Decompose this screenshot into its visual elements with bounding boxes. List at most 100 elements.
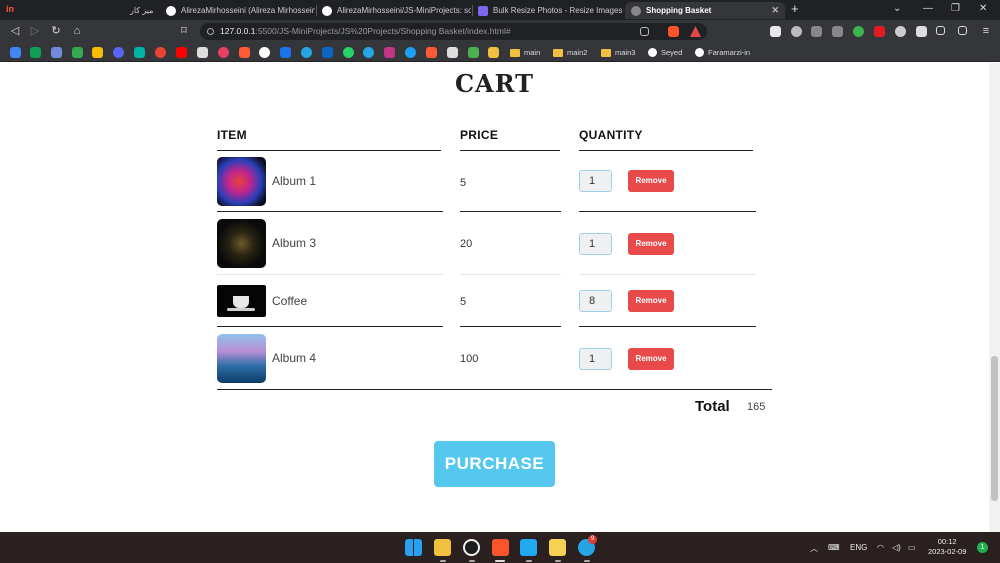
column-header-item: ITEM <box>217 128 247 142</box>
extension-icon[interactable] <box>853 26 864 37</box>
row-divider <box>460 326 561 327</box>
maximize-icon[interactable]: ❐ <box>951 3 960 14</box>
show-hidden-icons-icon[interactable]: ︿ <box>810 543 818 554</box>
extension-icon[interactable] <box>832 26 843 37</box>
tab-shopping-basket[interactable]: Shopping Basket ✕ <box>625 2 785 19</box>
quantity-input[interactable]: 1 <box>579 233 612 255</box>
keyboard-icon[interactable]: ⌨ <box>828 543 840 552</box>
remove-button[interactable]: Remove <box>628 170 674 192</box>
bookmark-folder-main3[interactable]: main3 <box>601 48 635 57</box>
linkedin-icon[interactable] <box>322 47 333 58</box>
github-icon <box>166 5 176 16</box>
instagram-icon[interactable] <box>384 47 395 58</box>
menu-icon[interactable]: ≡ <box>979 24 993 38</box>
bookmark-icon[interactable] <box>10 47 21 58</box>
minimize-icon[interactable]: — <box>923 3 933 14</box>
bookmark-icon[interactable] <box>239 47 250 58</box>
quantity-input[interactable]: 1 <box>579 348 612 370</box>
mail-icon[interactable] <box>280 47 291 58</box>
reload-icon[interactable]: ↻ <box>49 24 63 38</box>
bookmark-icon[interactable] <box>30 47 41 58</box>
scrollbar-thumb[interactable] <box>991 356 998 501</box>
item-name: Album 3 <box>272 236 317 250</box>
whatsapp-icon[interactable] <box>343 47 354 58</box>
browser-tab-bar: in میز کار AlirezaMirhosseini (Alireza M… <box>0 0 1000 20</box>
extension-icon[interactable] <box>791 26 802 37</box>
bookmark-icon[interactable] <box>134 47 145 58</box>
bookmark-icon[interactable] <box>301 47 312 58</box>
row-divider <box>460 211 561 212</box>
page-scrollbar[interactable] <box>989 63 1000 532</box>
file-explorer-icon[interactable] <box>434 539 451 556</box>
github-icon[interactable] <box>259 47 270 58</box>
media-player-icon[interactable] <box>463 539 480 556</box>
bookmark-folder-main[interactable]: main <box>510 48 540 57</box>
wifi-icon[interactable]: ◠ <box>877 543 884 552</box>
item-price: 100 <box>460 353 479 365</box>
site-info-icon[interactable] <box>207 28 214 35</box>
bookmark-icon[interactable] <box>155 47 166 58</box>
extension-icon[interactable] <box>811 26 822 37</box>
brave-shields-icon[interactable] <box>668 26 679 37</box>
twitter-icon[interactable] <box>405 47 416 58</box>
wallet-icon[interactable] <box>958 26 967 35</box>
bookmark-icon[interactable] <box>488 47 499 58</box>
bookmark-icon[interactable] <box>113 47 124 58</box>
language-indicator[interactable]: ENG <box>850 543 867 552</box>
brave-browser-icon[interactable] <box>492 539 509 556</box>
windows-start-icon[interactable] <box>405 539 422 556</box>
home-icon[interactable]: ⌂ <box>70 24 84 38</box>
extension-icon[interactable] <box>895 26 906 37</box>
bookmark-icon[interactable] <box>197 47 208 58</box>
sticky-notes-icon[interactable] <box>549 539 566 556</box>
tab-github-repo[interactable]: AlirezaMirhosseini/JS-MiniProjects: so <box>316 2 471 19</box>
row-divider <box>217 326 443 327</box>
bookmark-icon[interactable] <box>51 47 62 58</box>
back-icon[interactable]: ◁ <box>8 24 22 38</box>
bookmark-page-icon[interactable]: ⌑ <box>177 24 191 38</box>
vscode-icon[interactable] <box>520 539 537 556</box>
close-window-icon[interactable]: ✕ <box>979 3 987 14</box>
page-title: CART <box>454 69 535 98</box>
tab-desktop[interactable]: میز کار <box>124 2 158 19</box>
close-tab-icon[interactable]: ✕ <box>771 5 779 16</box>
bookmark-icon[interactable] <box>72 47 83 58</box>
clock-date: 2023-02-09 <box>928 547 967 556</box>
sidebar-icon[interactable] <box>936 26 945 35</box>
tab-bulk-resize[interactable]: Bulk Resize Photos - Resize Images <box>472 2 624 19</box>
telegram-icon[interactable]: 9 <box>578 535 597 556</box>
battery-icon[interactable]: ▭ <box>908 543 916 552</box>
volume-icon[interactable]: ◁) <box>892 543 901 552</box>
remove-button[interactable]: Remove <box>628 290 674 312</box>
bookmark-icon[interactable] <box>468 47 479 58</box>
bookmark-faramarzi[interactable]: Faramarzi-in <box>695 48 750 57</box>
tab-github-profile[interactable]: AlirezaMirhosseini (Alireza Mirhossein <box>160 2 315 19</box>
home-icon[interactable] <box>447 47 458 58</box>
notification-badge[interactable]: 1 <box>977 542 988 553</box>
remove-button[interactable]: Remove <box>628 233 674 255</box>
forward-icon[interactable]: ▷ <box>28 24 42 38</box>
remove-button[interactable]: Remove <box>628 348 674 370</box>
quantity-input[interactable]: 1 <box>579 170 612 192</box>
bookmark-folder-main2[interactable]: main2 <box>553 48 587 57</box>
telegram-icon[interactable] <box>363 47 374 58</box>
windows-taskbar: 9 ︿ ⌨ ENG ◠ ◁) ▭ 00:12 2023-02-09 1 <box>0 532 1000 563</box>
extension-icon[interactable] <box>770 26 781 37</box>
row-divider <box>579 274 756 275</box>
clock[interactable]: 00:12 2023-02-09 <box>928 537 966 557</box>
share-icon[interactable] <box>640 27 649 36</box>
purchase-button[interactable]: PURCHASE <box>434 441 555 487</box>
tab-search-icon[interactable]: ⌄ <box>893 3 901 14</box>
new-tab-icon[interactable]: + <box>791 1 799 16</box>
bookmark-seyed[interactable]: Seyed <box>648 48 682 57</box>
bookmark-icon[interactable] <box>92 47 103 58</box>
puzzle-icon[interactable] <box>916 26 927 37</box>
folder-icon <box>510 48 520 57</box>
item-price: 5 <box>460 177 467 189</box>
extension-icon[interactable] <box>874 26 885 37</box>
quantity-input[interactable]: 8 <box>579 290 612 312</box>
youtube-icon[interactable] <box>176 47 187 58</box>
url-field[interactable]: 127.0.0.1:5500/JS-MiniProjects/JS%20Proj… <box>200 23 707 40</box>
bookmark-icon[interactable] <box>426 47 437 58</box>
bookmark-icon[interactable] <box>218 47 229 58</box>
